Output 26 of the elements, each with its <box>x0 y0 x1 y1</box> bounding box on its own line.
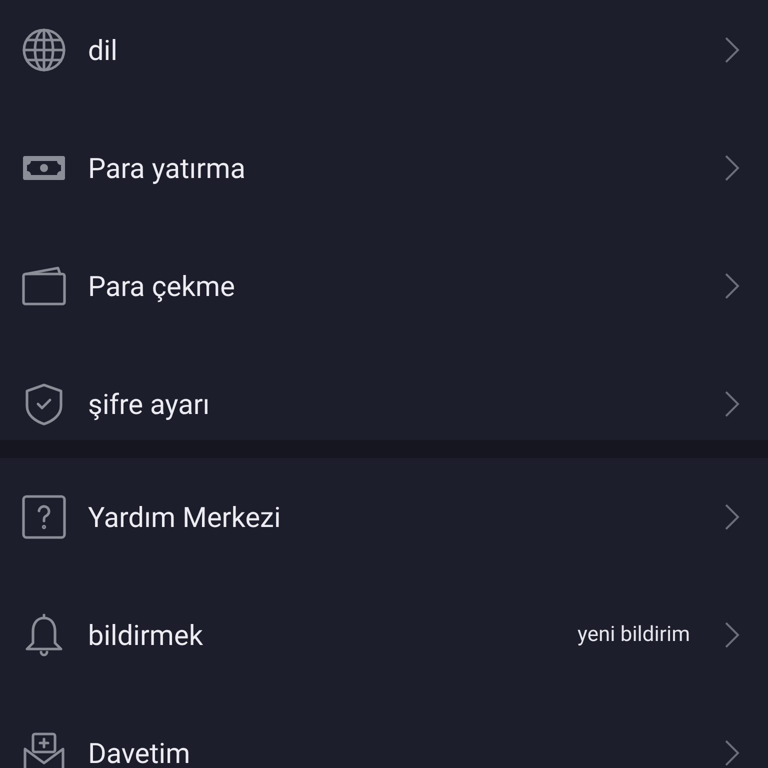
menu-label: dil <box>88 34 118 66</box>
menu-item[interactable]: Para yatırma <box>0 109 768 227</box>
chevron-icon <box>724 739 740 767</box>
menu-label: Para çekme <box>88 270 236 302</box>
chevron-icon <box>724 36 740 64</box>
menu-label: bildirmek <box>88 618 204 652</box>
chevron-icon <box>724 272 740 300</box>
menu-item[interactable]: Para çekme <box>0 227 768 345</box>
chevron-icon <box>724 503 740 531</box>
menu-item[interactable]: şifre ayarı <box>0 345 768 440</box>
menu-label: Yardım Merkezi <box>88 500 282 534</box>
globe-icon <box>22 28 66 72</box>
menu-label: Davetim <box>88 736 192 768</box>
menu-item[interactable]: Yardım Merkezi <box>0 458 768 576</box>
menu-label: şifre ayarı <box>88 388 211 420</box>
menu-label: Para yatırma <box>88 152 246 184</box>
wallet-icon <box>22 264 66 308</box>
menu-item[interactable]: dil <box>0 0 768 109</box>
menu-value: yeni bildirim <box>578 623 690 647</box>
mail-plus-icon <box>22 731 66 768</box>
menu-item[interactable]: Davetim <box>0 694 768 768</box>
help-icon <box>22 495 66 539</box>
chevron-icon <box>724 621 740 649</box>
menu-item[interactable]: bildirmek yeni bildirim <box>0 576 768 694</box>
chevron-icon <box>724 390 740 418</box>
chevron-icon <box>724 154 740 182</box>
